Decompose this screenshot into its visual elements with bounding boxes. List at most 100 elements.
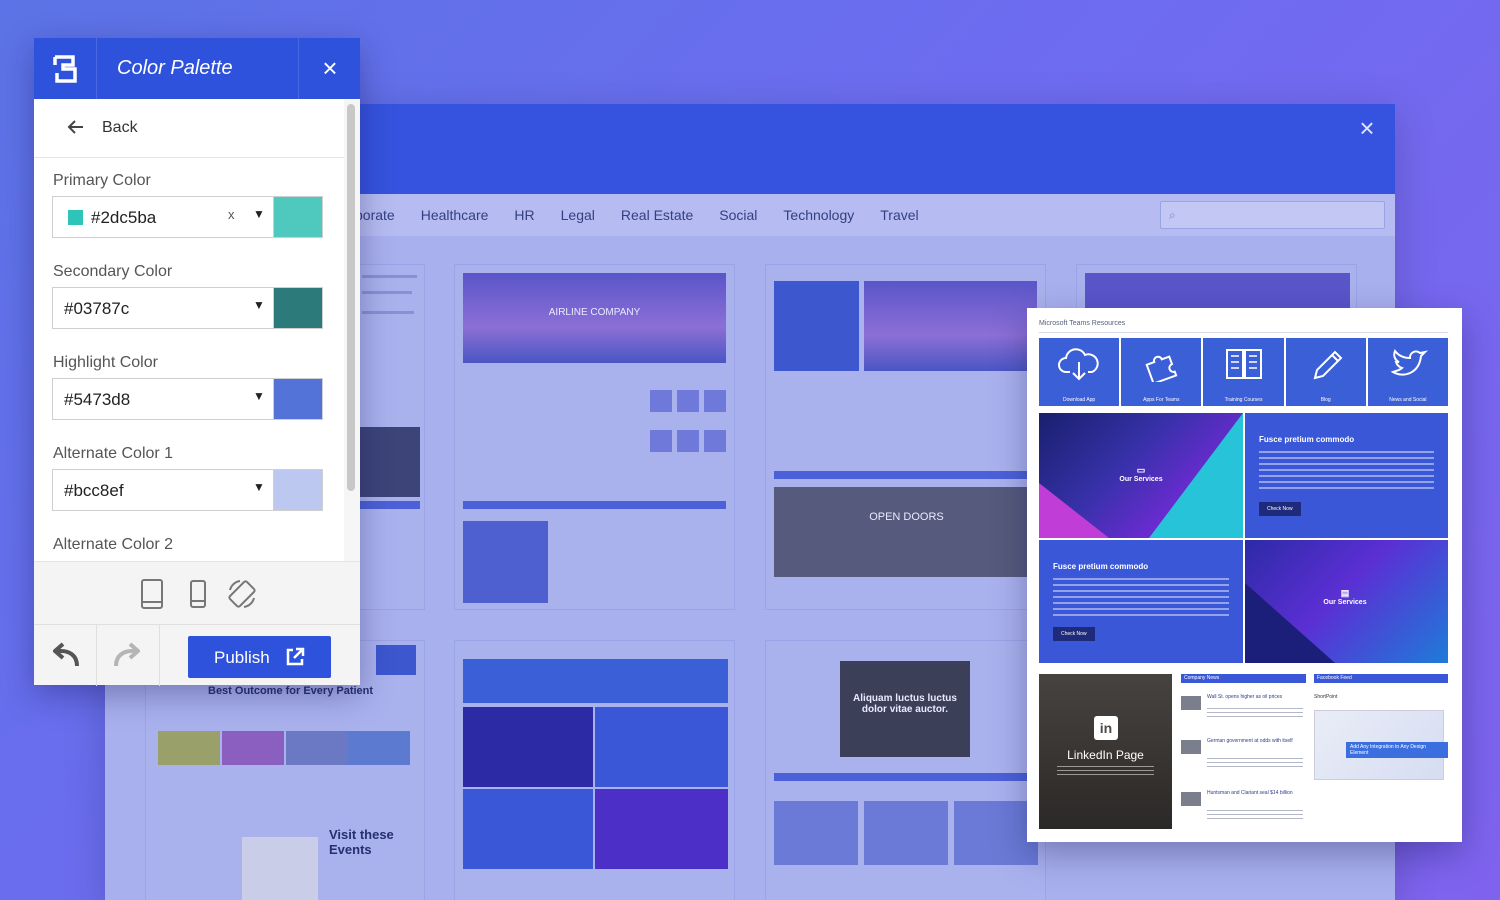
- tab-travel[interactable]: Travel: [880, 207, 918, 223]
- template-thumbnail[interactable]: [355, 264, 425, 610]
- facebook-page-name: ShortPoint: [1314, 694, 1338, 700]
- alternate-color-2-label: Alternate Color 2: [53, 536, 174, 553]
- tab-real-estate[interactable]: Real Estate: [621, 207, 693, 223]
- chevron-down-icon[interactable]: ▼: [253, 389, 267, 403]
- divider: [1039, 332, 1448, 333]
- check-now-button[interactable]: Check Now: [1259, 502, 1301, 516]
- tile-blog[interactable]: Blog: [1285, 338, 1366, 406]
- tile-apps-for-teams[interactable]: Apps For Teams: [1121, 338, 1202, 406]
- tile-download-app[interactable]: Download App: [1039, 338, 1120, 406]
- chevron-down-icon[interactable]: ▼: [253, 298, 267, 312]
- panel-title: Color Palette: [117, 57, 233, 79]
- primary-color-field[interactable]: #2dc5ba x ▼: [52, 196, 323, 238]
- shortpoint-logo-icon: [53, 55, 77, 83]
- template-thumbnail[interactable]: AIRLINE COMPANY: [454, 264, 735, 610]
- device-preview-bar: [34, 561, 360, 624]
- facebook-feed: ShortPoint Add Any Integration to Any De…: [1314, 694, 1448, 824]
- redo-button[interactable]: [97, 625, 160, 686]
- search-icon: ⌕: [1169, 207, 1176, 222]
- chevron-down-icon[interactable]: ▼: [253, 207, 267, 221]
- publish-label: Publish: [214, 648, 270, 667]
- window-icon: ▭: [1136, 465, 1146, 475]
- scrollbar-thumb[interactable]: [347, 104, 355, 491]
- thumb-title: Aliquam luctus luctus dolor vitae auctor…: [853, 693, 957, 715]
- tile-label: Apps For Teams: [1143, 397, 1180, 403]
- tab-technology[interactable]: Technology: [783, 207, 854, 223]
- rotate-device-icon[interactable]: [226, 578, 258, 615]
- promo-tile: Fusce pretium commodo Check Now: [1245, 413, 1448, 538]
- tile-training-courses[interactable]: Training Courses: [1203, 338, 1284, 406]
- news-text-lines: [1207, 708, 1303, 720]
- tile-label: News and Social: [1389, 397, 1427, 403]
- template-thumbnail[interactable]: OPEN DOORS: [765, 264, 1046, 610]
- template-thumbnail[interactable]: Aliquam luctus luctus dolor vitae auctor…: [765, 640, 1046, 900]
- close-button[interactable]: ×: [298, 38, 360, 99]
- external-link-icon: [286, 647, 305, 666]
- promo-heading: Fusce pretium commodo: [1053, 562, 1149, 571]
- primary-color-value[interactable]: #2dc5ba: [91, 208, 156, 228]
- alternate-color-1-field[interactable]: #bcc8ef ▼: [52, 469, 323, 511]
- services-tile[interactable]: ▭ Our Services: [1039, 413, 1243, 538]
- news-item[interactable]: Wall St. opens higher as oil prices: [1181, 694, 1306, 734]
- promo-text-lines: [1053, 578, 1229, 616]
- mobile-icon[interactable]: [189, 578, 207, 615]
- highlight-color-value[interactable]: #5473d8: [64, 390, 130, 410]
- back-label: Back: [102, 119, 138, 136]
- facebook-post-banner: Add Any Integration to Any Design Elemen…: [1346, 742, 1448, 758]
- tab-hr[interactable]: HR: [514, 207, 534, 223]
- gallery-close-icon[interactable]: ×: [1355, 115, 1379, 141]
- tab-corporate[interactable]: porate: [355, 207, 395, 223]
- tab-healthcare[interactable]: Healthcare: [421, 207, 489, 223]
- tile-label: Blog: [1320, 397, 1331, 403]
- linkedin-text-lines: [1057, 766, 1154, 776]
- template-preview-card: Microsoft Teams Resources Download App A…: [1027, 308, 1462, 842]
- primary-color-swatch[interactable]: [273, 197, 322, 237]
- close-icon[interactable]: ×: [318, 54, 342, 82]
- cloud-download-icon: [1058, 348, 1099, 381]
- back-button[interactable]: Back: [34, 99, 344, 158]
- check-now-button[interactable]: Check Now: [1053, 627, 1095, 641]
- secondary-color-field[interactable]: #03787c ▼: [52, 287, 323, 329]
- tab-legal[interactable]: Legal: [561, 207, 595, 223]
- chevron-down-icon[interactable]: ▼: [253, 480, 267, 494]
- pencil-icon: [1313, 350, 1343, 380]
- highlight-color-field[interactable]: #5473d8 ▼: [52, 378, 323, 420]
- undo-icon: [53, 642, 79, 667]
- tablet-icon[interactable]: [140, 578, 164, 615]
- secondary-color-value[interactable]: #03787c: [64, 299, 129, 319]
- redo-icon: [114, 642, 140, 667]
- puzzle-icon: [1145, 355, 1178, 382]
- gallery-search-input[interactable]: ⌕: [1160, 201, 1385, 229]
- news-title: German government at odds with itself: [1207, 738, 1293, 744]
- alternate-color-1-swatch[interactable]: [273, 470, 322, 510]
- services-tile[interactable]: ▤ Our Services: [1245, 540, 1448, 663]
- publish-button[interactable]: Publish: [188, 636, 331, 678]
- linkedin-title: LinkedIn Page: [1067, 748, 1144, 762]
- tile-label: Download App: [1062, 397, 1096, 403]
- tile-news-and-social[interactable]: News and Social: [1367, 338, 1449, 406]
- undo-button[interactable]: [34, 625, 97, 686]
- services-text: Our Services: [1323, 599, 1367, 606]
- news-thumbnail: [1181, 740, 1201, 754]
- thumb-title: AIRLINE COMPANY: [548, 307, 641, 318]
- facebook-feed-header: Facebook Feed: [1314, 674, 1448, 683]
- highlight-color-swatch[interactable]: [273, 379, 322, 419]
- tab-social[interactable]: Social: [719, 207, 757, 223]
- news-thumbnail: [1181, 792, 1201, 806]
- secondary-color-swatch[interactable]: [273, 288, 322, 328]
- twitter-bird-icon: [1390, 348, 1428, 376]
- news-item[interactable]: Huntsman and Clariant seal $14 billion: [1181, 790, 1306, 830]
- news-item[interactable]: German government at odds with itself: [1181, 738, 1306, 778]
- clear-icon[interactable]: x: [228, 207, 240, 222]
- alternate-color-1-value[interactable]: #bcc8ef: [64, 481, 124, 501]
- services-text: Our Services: [1119, 476, 1163, 483]
- alternate-color-1-label: Alternate Color 1: [53, 445, 174, 462]
- linkedin-tile[interactable]: in LinkedIn Page: [1039, 674, 1172, 829]
- promo-heading: Fusce pretium commodo: [1259, 435, 1355, 444]
- color-palette-panel: Color Palette × Back Primary Color #2dc5…: [34, 38, 360, 686]
- services-label: ▤ Our Services: [1305, 588, 1385, 606]
- services-grid: ▭ Our Services Fusce pretium commodo Chec…: [1039, 413, 1448, 663]
- template-thumbnail[interactable]: [454, 640, 735, 900]
- secondary-color-label: Secondary Color: [53, 263, 173, 280]
- document-icon: ▤: [1340, 588, 1350, 598]
